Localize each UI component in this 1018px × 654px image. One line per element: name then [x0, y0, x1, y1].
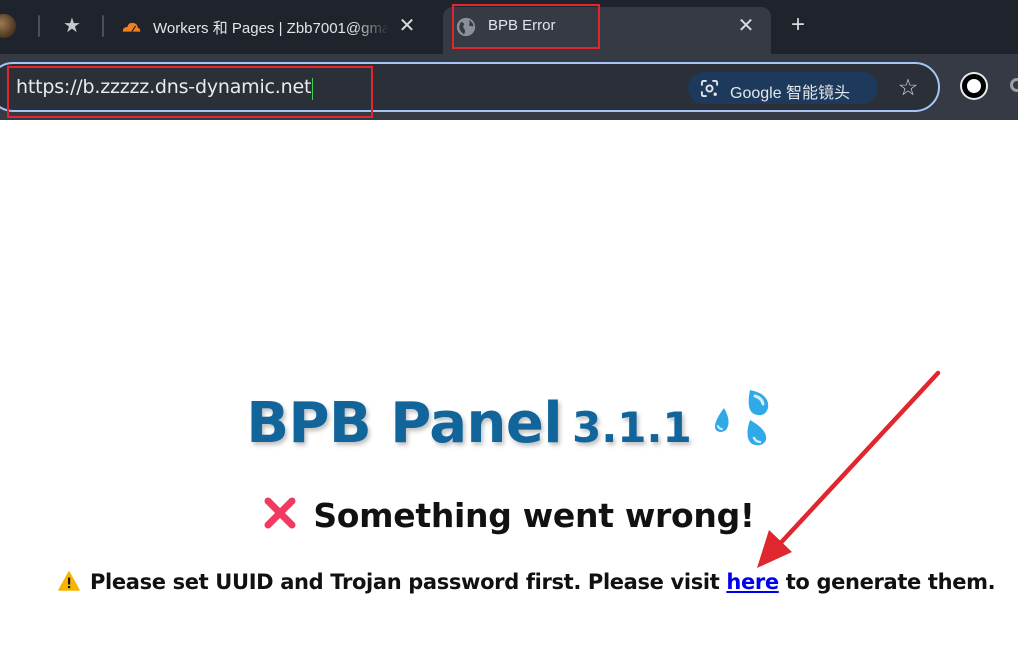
tab-title: Workers 和 Pages | Zbb7001@gmail.com	[153, 20, 389, 37]
message-before: Please set UUID and Trojan password firs…	[90, 570, 720, 594]
error-heading: Something went wrong!	[0, 496, 1018, 535]
tab-workers-pages[interactable]: Workers 和 Pages | Zbb7001@gmail.com ✕	[108, 7, 438, 47]
cross-mark-icon	[264, 497, 296, 529]
close-tab-icon[interactable]: ✕	[735, 15, 757, 37]
new-tab-button[interactable]: +	[786, 13, 810, 38]
warning-icon	[58, 571, 80, 591]
bookmark-star-icon[interactable]: ☆	[894, 73, 922, 101]
close-tab-icon[interactable]: ✕	[396, 15, 418, 37]
cloudflare-icon	[122, 22, 141, 32]
lens-icon	[700, 79, 719, 98]
generate-link[interactable]: here	[726, 570, 779, 594]
sweat-droplets-icon	[714, 390, 768, 446]
error-message: Please set UUID and Trojan password firs…	[58, 570, 996, 594]
message-after: to generate them.	[785, 570, 996, 594]
annotation-box-url	[7, 66, 373, 118]
extension-icon[interactable]	[962, 74, 986, 98]
google-lens-button[interactable]: Google 智能镜头	[688, 72, 878, 104]
pinned-star-icon[interactable]: ★	[60, 14, 84, 38]
page-title: BPB Panel 3.1.1	[0, 388, 1018, 456]
tab-separator	[38, 15, 40, 37]
extension-icon[interactable]	[1010, 78, 1018, 92]
lens-label: Google 智能镜头	[730, 85, 851, 102]
error-text: Something went wrong!	[313, 496, 755, 535]
profile-avatar-icon[interactable]	[0, 14, 16, 38]
panel-version: 3.1.1	[572, 403, 692, 452]
tab-separator	[102, 15, 104, 37]
panel-name: BPB Panel	[246, 391, 563, 456]
annotation-box-tab	[452, 4, 600, 49]
